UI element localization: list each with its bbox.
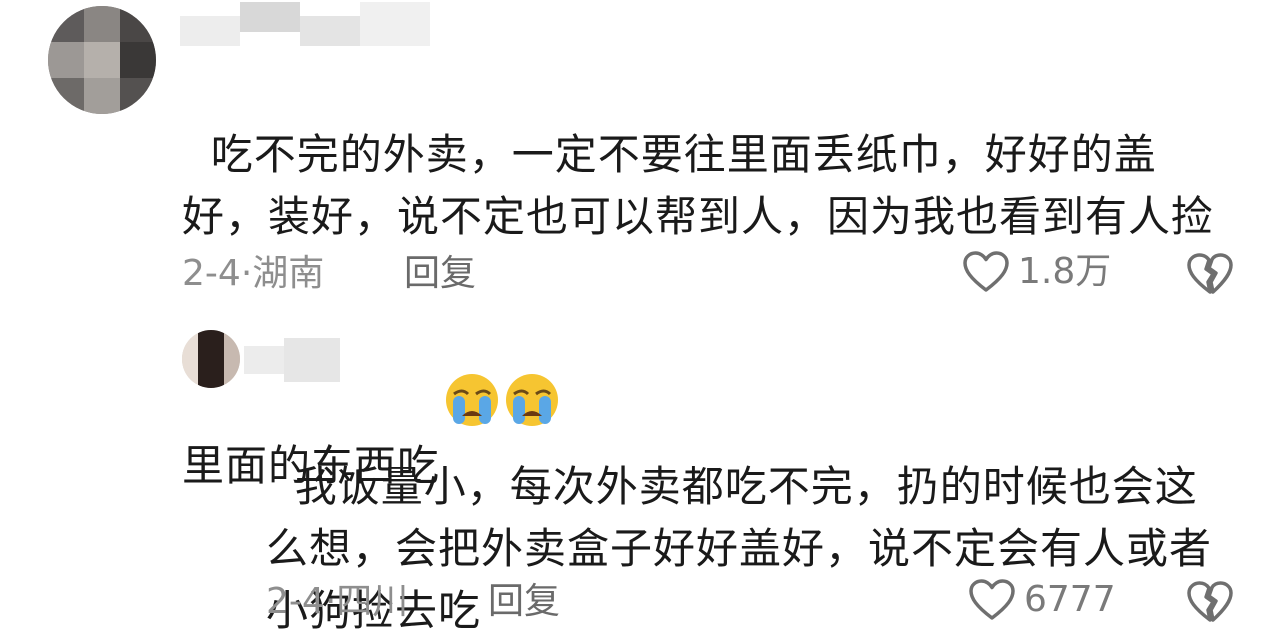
loudly-crying-face-icon bbox=[504, 248, 560, 426]
like-count: 1.8万 bbox=[1018, 251, 1112, 292]
broken-heart-icon bbox=[1187, 581, 1233, 622]
comment-location: 湖南 bbox=[252, 253, 325, 294]
reply-button[interactable]: 回复 bbox=[488, 580, 560, 624]
heart-icon bbox=[963, 251, 1009, 292]
meta-separator: · bbox=[240, 253, 253, 294]
username-blurred[interactable] bbox=[244, 338, 340, 382]
reply-meta: 2-4·四川 bbox=[266, 580, 408, 624]
username-blurred[interactable] bbox=[180, 2, 430, 48]
heart-icon bbox=[969, 579, 1015, 620]
comment-meta: 2-4·湖南 bbox=[182, 252, 324, 296]
dislike-button[interactable] bbox=[1186, 252, 1234, 300]
like-button[interactable]: 6777 bbox=[968, 578, 1116, 622]
comment-date: 2-4 bbox=[182, 253, 241, 294]
dislike-button[interactable] bbox=[1186, 580, 1234, 628]
broken-heart-icon bbox=[1187, 253, 1233, 294]
like-button[interactable]: 1.8万 bbox=[962, 250, 1111, 294]
like-count: 6777 bbox=[1024, 579, 1116, 620]
meta-separator: · bbox=[324, 581, 337, 622]
avatar[interactable] bbox=[48, 6, 156, 114]
reply-button[interactable]: 回复 bbox=[404, 252, 476, 296]
reply-location: 四川 bbox=[336, 581, 409, 622]
avatar[interactable] bbox=[182, 330, 240, 388]
reply-date: 2-4 bbox=[266, 581, 325, 622]
